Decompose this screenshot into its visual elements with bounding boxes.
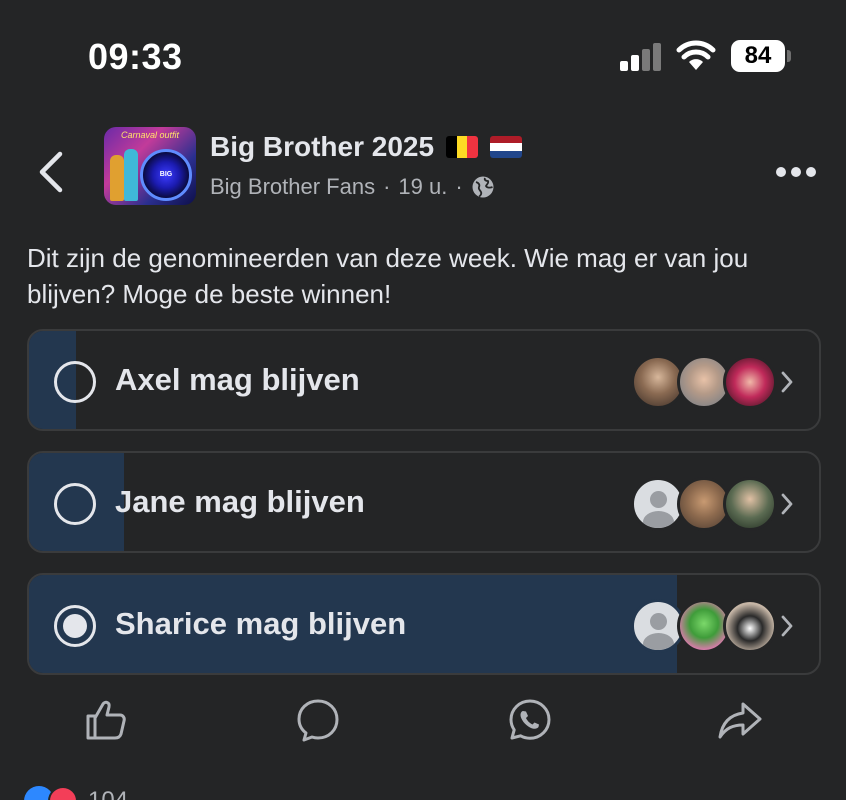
chevron-right-icon — [781, 371, 793, 393]
group-avatar[interactable]: Carnaval outfit BIG BROTHER — [104, 127, 196, 205]
chevron-right-icon — [781, 493, 793, 515]
post-time[interactable]: 19 u. — [398, 174, 447, 200]
radio-button[interactable] — [54, 483, 96, 525]
group-name[interactable]: Big Brother 2025 — [210, 131, 523, 163]
more-options-button[interactable] — [770, 158, 822, 188]
avatar-figure — [124, 149, 138, 201]
voter-avatars[interactable] — [631, 355, 781, 409]
thumbs-up-icon[interactable] — [82, 696, 130, 744]
meta-separator: · — [455, 174, 463, 199]
status-bar: 09:33 84 — [0, 0, 846, 110]
reaction-summary[interactable]: 104 — [24, 786, 128, 800]
chevron-right-icon — [781, 615, 793, 637]
wifi-icon — [676, 40, 716, 70]
group-avatar-caption: Carnaval outfit — [120, 130, 180, 140]
love-reaction-icon — [48, 786, 78, 800]
voter-avatars[interactable] — [631, 599, 781, 653]
voter-avatar — [723, 355, 777, 409]
back-chevron-icon[interactable] — [30, 148, 70, 196]
battery-tip — [787, 50, 791, 62]
voter-avatar — [723, 599, 777, 653]
voter-avatars[interactable] — [631, 477, 781, 531]
reaction-count: 104 — [88, 787, 128, 800]
post-meta: Big Brother Fans · 19 u. · — [210, 174, 495, 200]
big-brother-eye-logo: BIG BROTHER — [140, 149, 192, 201]
post-text: Dit zijn de genomineerden van deze week.… — [27, 243, 749, 309]
poll-option-jane[interactable]: Jane mag blijven — [27, 451, 821, 553]
belgium-flag-icon — [446, 136, 479, 158]
globe-icon — [472, 176, 494, 198]
radio-button[interactable] — [54, 361, 96, 403]
cellular-signal-icon — [620, 41, 664, 71]
comment-bubble-icon[interactable] — [294, 696, 342, 744]
battery-level: 84 — [731, 40, 785, 72]
avatar-figure — [110, 155, 124, 201]
netherlands-flag-icon — [490, 136, 523, 158]
group-name-text[interactable]: Big Brother 2025 — [210, 131, 434, 163]
radio-button[interactable] — [54, 605, 96, 647]
poll-option-label: Axel mag blijven — [115, 362, 360, 397]
meta-separator: · — [383, 174, 391, 199]
poll-option-axel[interactable]: Axel mag blijven — [27, 329, 821, 431]
poll-option-label: Jane mag blijven — [115, 484, 365, 519]
voter-avatar — [723, 477, 777, 531]
share-arrow-icon[interactable] — [716, 696, 764, 744]
poll-option-sharice[interactable]: Sharice mag blijven — [27, 573, 821, 675]
poll-option-label: Sharice mag blijven — [115, 606, 407, 641]
whatsapp-icon[interactable] — [506, 696, 554, 744]
page-name[interactable]: Big Brother Fans — [210, 174, 375, 200]
status-time: 09:33 — [88, 36, 183, 77]
